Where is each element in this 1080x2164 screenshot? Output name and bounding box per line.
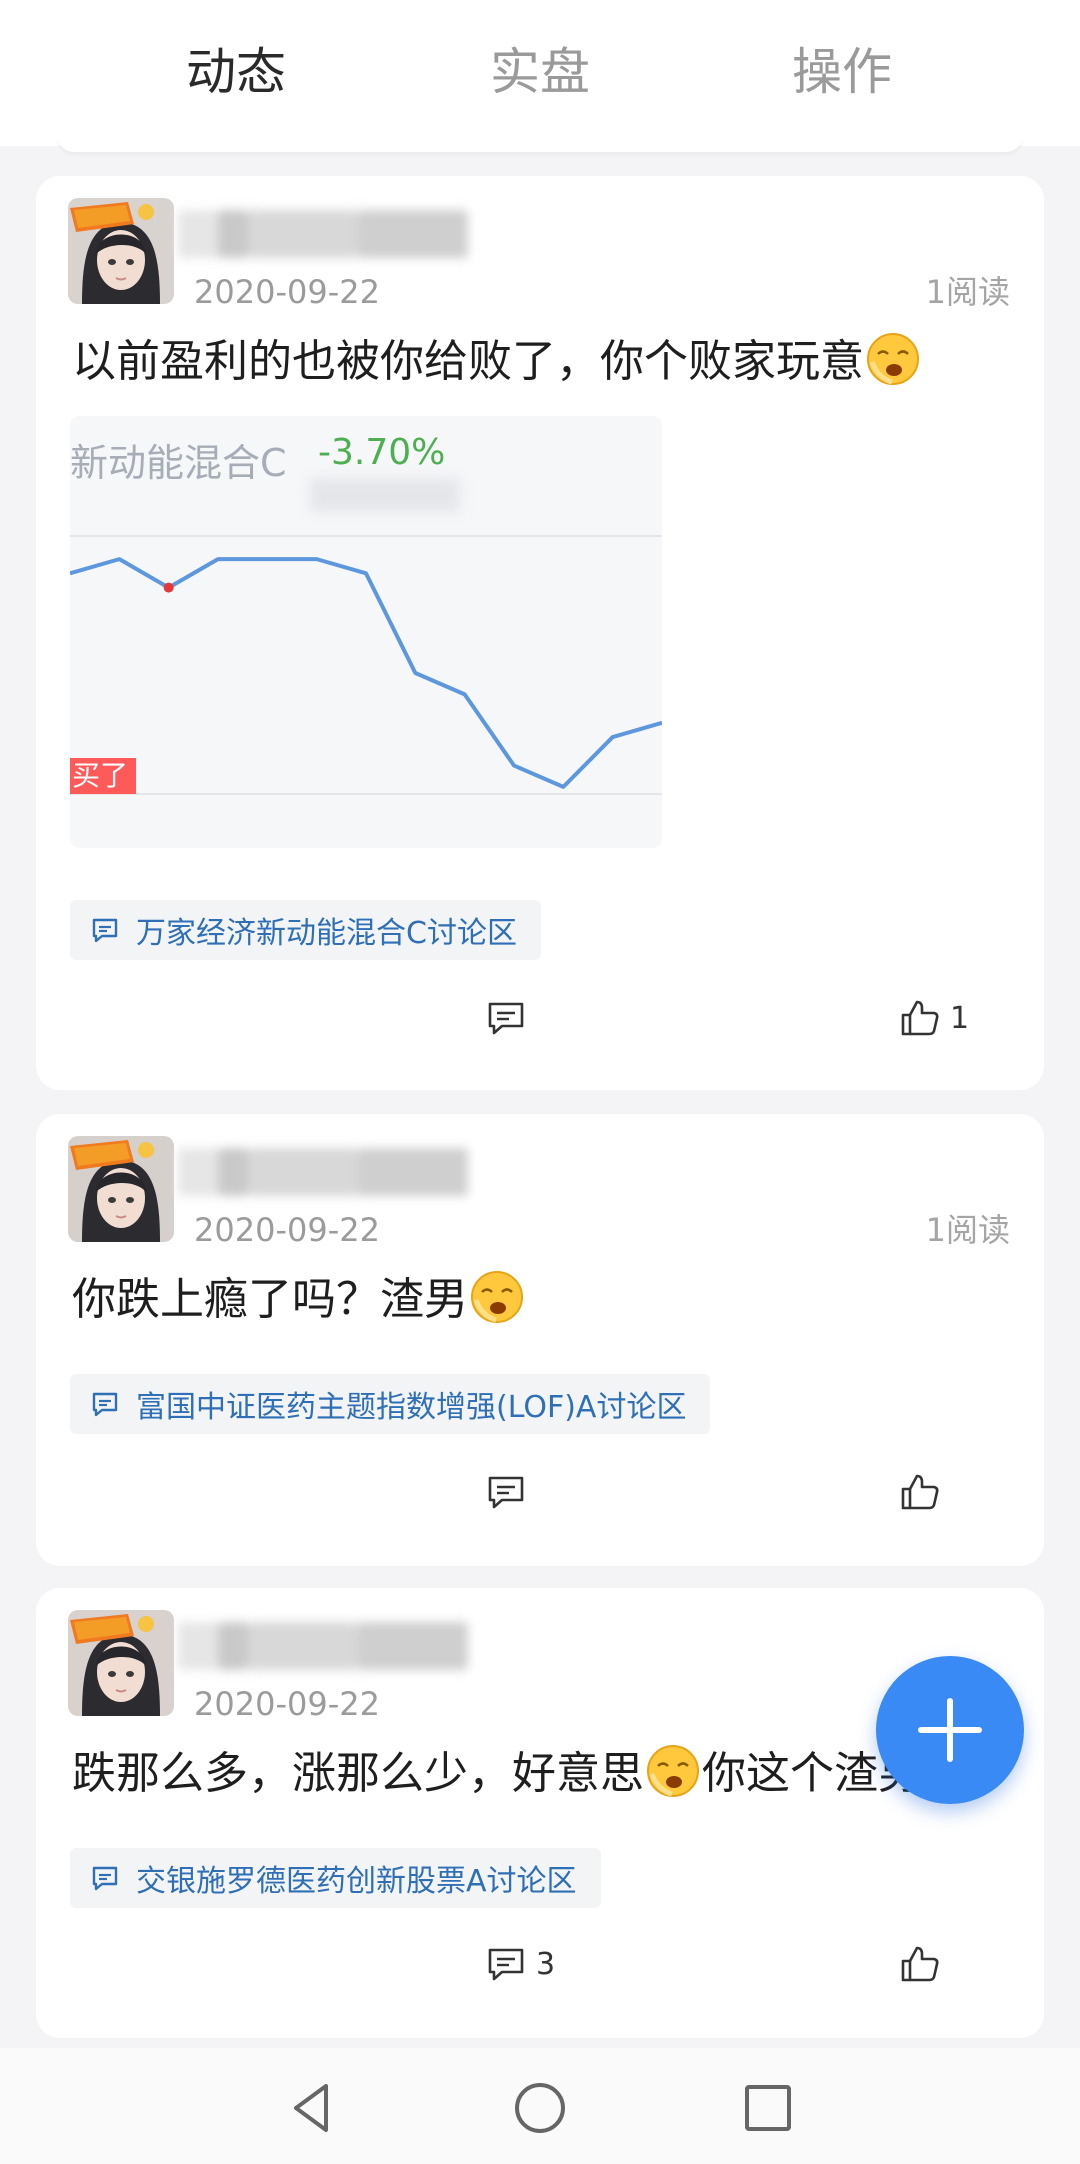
recents-square-icon[interactable] [738, 2078, 798, 2138]
comment-button[interactable]: 3 [486, 1944, 555, 1984]
post-text: 你跌上瘾了吗？渣男 [72, 1270, 526, 1330]
previous-card-edge [58, 136, 1022, 152]
comment-button[interactable] [486, 1472, 536, 1512]
post-text: 以前盈利的也被你给败了，你个败家玩意 [72, 332, 922, 392]
tab-dynamics[interactable]: 动态 [186, 36, 286, 108]
post-date: 2020-09-22 [194, 273, 380, 311]
fund-chart-image[interactable]: 新动能混合C -3.70% 买了 [70, 416, 662, 848]
avatar[interactable] [68, 198, 174, 304]
avatar[interactable] [68, 1610, 174, 1716]
system-navigation-bar [0, 2048, 1080, 2164]
home-circle-icon[interactable] [510, 2078, 570, 2138]
topic-label: 交银施罗德医药创新股票A讨论区 [136, 1864, 577, 1899]
discussion-topic-link[interactable]: 万家经济新动能混合C讨论区 [70, 900, 541, 960]
like-count: 1 [950, 1000, 970, 1036]
post-date: 2020-09-22 [194, 1685, 380, 1723]
comment-icon [488, 1002, 524, 1035]
comment-button[interactable] [486, 998, 536, 1038]
post-card[interactable]: 2020-09-22 1阅读 以前盈利的也被你给败了，你个败家玩意 新动能混合C… [36, 176, 1044, 1090]
read-count: 1阅读 [925, 273, 1010, 311]
like-button[interactable]: 1 [900, 998, 969, 1038]
line-chart [70, 535, 662, 795]
comment-count: 3 [536, 1946, 556, 1982]
topic-label: 富国中证医药主题指数增强(LOF)A讨论区 [136, 1390, 687, 1425]
chart-series-line [70, 557, 662, 789]
like-button[interactable] [900, 1472, 950, 1512]
buy-tag: 买了 [70, 758, 137, 794]
comment-icon [92, 1392, 118, 1417]
post-date: 2020-09-22 [194, 1211, 380, 1249]
crying-emoji-icon [471, 1271, 523, 1323]
username-blurred [178, 1618, 468, 1674]
username-blurred [178, 206, 468, 262]
crying-emoji-icon [647, 1745, 699, 1797]
crying-emoji-icon [867, 333, 919, 385]
chart-buy-point [163, 582, 174, 593]
discussion-topic-link[interactable]: 富国中证医药主题指数增强(LOF)A讨论区 [70, 1374, 711, 1434]
tab-operations[interactable]: 操作 [792, 36, 892, 108]
comment-icon [92, 918, 118, 943]
comment-icon [488, 1476, 524, 1509]
comment-icon [92, 1866, 118, 1891]
tab-live-portfolio[interactable]: 实盘 [490, 36, 590, 108]
topic-label: 万家经济新动能混合C讨论区 [136, 916, 517, 951]
comment-icon [488, 1948, 524, 1981]
post-card[interactable]: 2020-09-22 跌那么多，涨那么少，好意思 你这个渣男 交银施罗德医药创新股… [36, 1588, 1044, 2038]
avatar[interactable] [68, 1136, 174, 1242]
read-count: 1阅读 [925, 1211, 1010, 1249]
post-text: 跌那么多，涨那么少，好意思 你这个渣男 [72, 1744, 922, 1804]
thumbs-up-icon [901, 1474, 939, 1510]
top-tab-bar: 动态 实盘 操作 [0, 0, 1080, 146]
like-button[interactable] [900, 1944, 950, 1984]
create-post-button[interactable] [876, 1656, 1024, 1804]
thumbs-up-icon [901, 1946, 939, 1982]
thumbs-up-icon [901, 1000, 939, 1036]
back-triangle-icon[interactable] [282, 2078, 342, 2138]
post-card[interactable]: 2020-09-22 1阅读 你跌上瘾了吗？渣男 富国中证医药主题指数增强(LO… [36, 1114, 1044, 1566]
discussion-topic-link[interactable]: 交银施罗德医药创新股票A讨论区 [70, 1848, 601, 1908]
username-blurred [178, 1144, 468, 1200]
